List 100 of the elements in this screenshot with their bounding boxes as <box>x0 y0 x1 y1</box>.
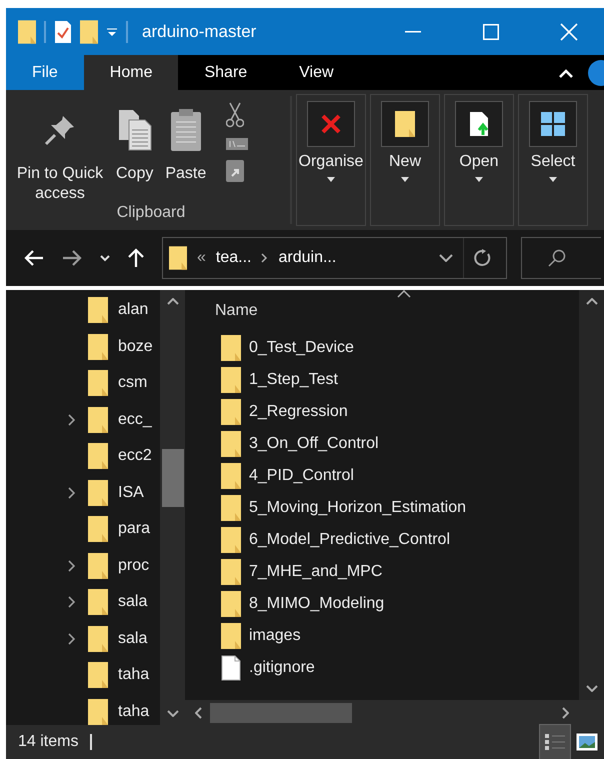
nav-item[interactable]: ISA <box>118 484 144 502</box>
folder-icon <box>88 370 108 396</box>
file-menu-tab[interactable]: File <box>6 55 84 90</box>
collapse-ribbon-icon[interactable] <box>558 68 574 78</box>
folder-icon <box>88 443 108 470</box>
search-icon <box>548 249 566 267</box>
nav-item[interactable]: ecc_ <box>118 410 152 429</box>
scissors-icon[interactable] <box>226 102 244 128</box>
folder-name[interactable]: 3_On_Off_Control <box>249 435 379 453</box>
scroll-up-icon[interactable] <box>586 298 598 305</box>
scroll-down-icon[interactable] <box>586 685 598 692</box>
column-header[interactable]: Name <box>215 302 258 320</box>
folder-icon <box>221 335 241 361</box>
copy-button[interactable]: Copy <box>112 96 158 204</box>
nav-item[interactable]: para <box>118 520 150 538</box>
large-icons-view-icon <box>576 733 598 751</box>
folder-icon <box>88 480 108 506</box>
scroll-left-icon[interactable] <box>195 706 202 718</box>
folder-name[interactable]: 1_Step_Test <box>249 371 338 389</box>
nav-item[interactable]: sala <box>118 630 148 648</box>
scrollbar[interactable] <box>160 290 185 725</box>
expand-icon[interactable] <box>68 560 74 572</box>
nav-item[interactable]: csm <box>118 374 148 392</box>
folder-name[interactable]: 4_PID_Control <box>249 467 354 485</box>
new-button[interactable]: New <box>370 94 440 226</box>
folder-icon <box>221 431 241 457</box>
maximize-icon[interactable] <box>483 24 499 40</box>
scrollbar-thumb[interactable] <box>162 448 184 506</box>
copy-path-icon[interactable] <box>226 138 248 150</box>
folder-icon <box>88 406 108 433</box>
ribbon-tab[interactable]: Home <box>84 55 178 90</box>
chevron-right-icon[interactable] <box>261 253 268 263</box>
scroll-up-icon[interactable] <box>166 298 178 305</box>
dropdown-icon[interactable] <box>439 254 453 262</box>
expand-icon[interactable] <box>68 596 74 608</box>
folder-name[interactable]: 0_Test_Device <box>249 339 354 357</box>
ribbon-tab[interactable]: Share <box>178 55 274 90</box>
folder-icon <box>221 559 241 585</box>
nav-item[interactable]: alan <box>118 301 148 320</box>
folder-name[interactable]: images <box>249 627 301 645</box>
back-icon[interactable] <box>24 250 44 266</box>
folder-name[interactable]: 2_Regression <box>249 403 348 421</box>
expand-icon[interactable] <box>68 632 74 645</box>
item-count: 14 items <box>18 734 92 750</box>
organise-button[interactable]: Organise <box>296 94 366 226</box>
minimize-icon[interactable] <box>405 30 421 32</box>
select-all-icon <box>541 112 565 136</box>
file-name[interactable]: .gitignore <box>249 659 315 677</box>
folder-icon <box>88 334 108 360</box>
open-button[interactable]: Open <box>444 94 514 226</box>
nav-item[interactable]: boze <box>118 338 153 356</box>
help-icon[interactable] <box>588 60 604 86</box>
paste-shortcut-icon[interactable] <box>226 160 244 182</box>
folder-icon <box>88 662 108 688</box>
breadcrumb[interactable]: tea... <box>216 249 252 267</box>
up-icon[interactable] <box>128 248 144 268</box>
dropdown-icon[interactable] <box>106 26 118 38</box>
folder-icon <box>221 527 241 553</box>
scrollbar-thumb[interactable] <box>210 702 352 722</box>
view-toggle[interactable] <box>540 725 570 759</box>
scroll-down-icon[interactable] <box>166 710 178 717</box>
folder-icon <box>88 516 108 542</box>
pin-button[interactable]: Pin to Quick access <box>12 96 108 204</box>
nav-item[interactable]: proc <box>118 556 150 575</box>
nav-item[interactable]: taha <box>118 666 150 684</box>
forward-icon[interactable] <box>62 250 82 266</box>
folder-name[interactable]: 5_Moving_Horizon_Estimation <box>249 499 466 517</box>
nav-item[interactable]: taha <box>118 702 150 721</box>
properties-icon[interactable] <box>54 20 72 44</box>
nav-item[interactable]: ecc2 <box>118 447 152 466</box>
search-field[interactable] <box>521 237 601 279</box>
folder-icon <box>88 589 108 616</box>
address-field[interactable]: « tea... arduin... <box>162 237 507 279</box>
new-folder-icon[interactable] <box>80 20 98 44</box>
folder-icon <box>88 626 108 652</box>
ribbon-tab[interactable]: View <box>273 55 360 90</box>
copy-icon <box>116 108 153 152</box>
file-icon <box>221 655 241 681</box>
folder-icon <box>221 367 241 393</box>
caret-icon <box>549 177 557 182</box>
scrollbar[interactable] <box>579 290 604 700</box>
clipboard-icon <box>170 108 202 152</box>
paste-button[interactable]: Paste <box>161 96 210 204</box>
overflow-chevron[interactable]: « <box>197 249 206 267</box>
expand-icon[interactable] <box>68 486 74 499</box>
expand-icon[interactable] <box>68 414 74 426</box>
folder-name[interactable]: 8_MIMO_Modeling <box>249 595 384 613</box>
scroll-right-icon[interactable] <box>562 706 569 718</box>
folder-name[interactable]: 6_Model_Predictive_Control <box>249 531 450 549</box>
folder-name[interactable]: 7_MHE_and_MPC <box>249 563 382 581</box>
recent-locations-icon[interactable] <box>100 254 110 262</box>
caret-icon <box>475 177 483 182</box>
close-icon[interactable] <box>560 22 578 40</box>
folder-icon <box>221 399 241 425</box>
caret-icon <box>327 177 335 182</box>
folder-icon <box>88 552 108 579</box>
breadcrumb[interactable]: arduin... <box>278 249 336 267</box>
refresh-icon[interactable] <box>474 249 492 267</box>
select-button[interactable]: Select <box>518 94 588 226</box>
nav-item[interactable]: sala <box>118 593 148 612</box>
